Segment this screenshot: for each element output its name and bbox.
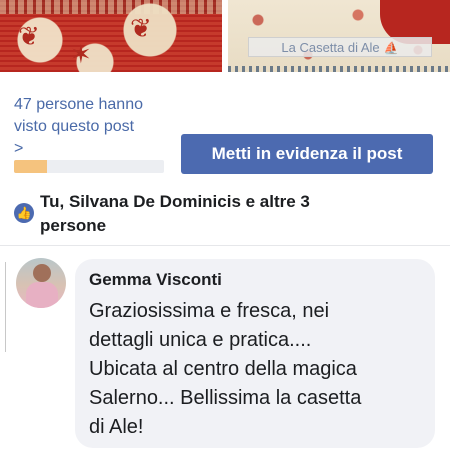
section-divider [0, 245, 450, 246]
coral-motif-icon: ❦ [18, 22, 40, 52]
comment-text-line: Graziosissima e fresca, nei [89, 300, 330, 322]
comment-text-line: dettagli unica e pratica.... [89, 329, 312, 351]
comment-text-line: di Ale! [89, 416, 144, 438]
comment-text: Graziosissima e fresca, nei dettagli uni… [89, 297, 421, 442]
avatar[interactable] [16, 258, 66, 308]
comment-text-line: Ubicata al centro della magica [89, 358, 357, 380]
watermark-text: La Casetta di Ale [281, 40, 380, 55]
fabric-fringe [228, 66, 450, 72]
avatar-body [26, 282, 58, 308]
reactions-names[interactable]: Tu, Silvana De Dominicis e altre 3 perso… [40, 190, 400, 238]
reach-progress-bar [14, 160, 164, 173]
boost-post-button[interactable]: Metti in evidenza il post [181, 134, 433, 174]
views-count-line2[interactable]: visto questo post [14, 116, 174, 138]
comment-text-line: Salerno... Bellissima la casetta [89, 387, 362, 409]
avatar-head [33, 264, 51, 282]
like-thumb-icon: 👍 [14, 203, 34, 223]
reactions-names-line1: Tu, Silvana De Dominicis e altre 3 [40, 192, 310, 211]
scroll-edge [0, 262, 6, 352]
post-insights[interactable]: 47 persone hanno visto questo post > [14, 94, 174, 158]
comment-bubble[interactable]: Gemma Visconti Graziosissima e fresca, n… [75, 259, 435, 448]
coral-motif-icon: ❦ [130, 14, 152, 44]
sailboat-icon: ⛵ [383, 41, 399, 55]
post-photo-left[interactable]: ❦ ❦ ✶ [0, 0, 222, 72]
reactions-names-line2: persone [40, 216, 107, 235]
views-count-line1[interactable]: 47 persone hanno [14, 94, 174, 116]
chevron-right-icon[interactable]: > [14, 140, 174, 158]
starfish-icon: ✶ [70, 40, 92, 70]
comment-author[interactable]: Gemma Visconti [89, 269, 421, 291]
reach-progress-fill [14, 160, 47, 173]
post-photo-right[interactable]: La Casetta di Ale ⛵ [228, 0, 450, 72]
photo-watermark: La Casetta di Ale ⛵ [248, 37, 432, 57]
